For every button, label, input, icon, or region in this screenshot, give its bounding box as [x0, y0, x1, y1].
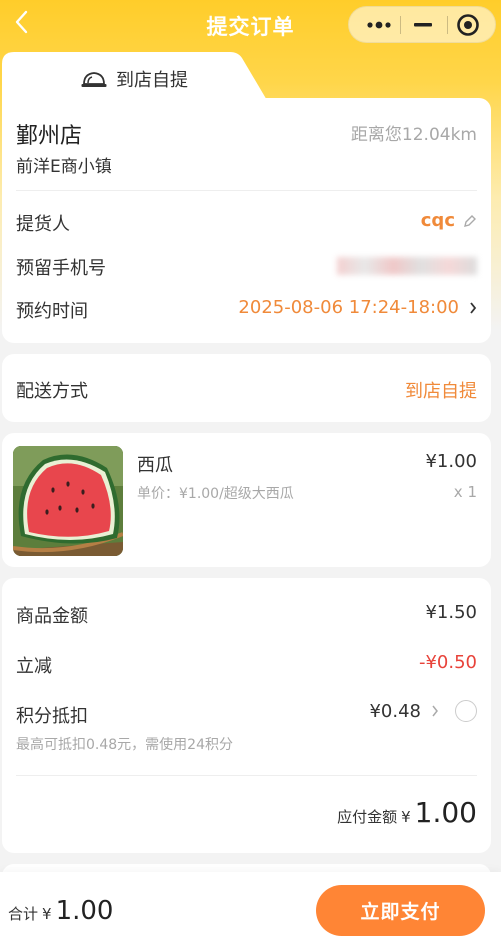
product-price: ¥1.00	[425, 451, 477, 472]
product-card: 西瓜 ¥1.00 单价：¥1.00/超级大西瓜 x 1	[2, 433, 491, 567]
phone-label: 预留手机号	[16, 258, 106, 279]
points-label: 积分抵扣	[16, 706, 88, 727]
chevron-right-icon	[432, 705, 438, 717]
store-bell-icon	[81, 72, 107, 87]
minus-icon	[414, 22, 432, 26]
close-miniapp-button[interactable]	[439, 7, 497, 42]
nav-bar: 提交订单	[0, 0, 501, 50]
target-close-icon	[457, 13, 479, 36]
tab-store-pickup[interactable]: 到店自提	[2, 52, 268, 102]
pay-now-button[interactable]: 立即支付	[316, 885, 485, 936]
total-amount: 1.00	[55, 896, 114, 926]
delivery-label: 配送方式	[16, 381, 88, 402]
product-spec: 单价：¥1.00/超级大西瓜	[137, 486, 294, 502]
total-currency: ¥	[42, 905, 52, 923]
pickup-person-label: 提货人	[16, 214, 70, 235]
phone-value-masked	[337, 257, 477, 275]
payable-label: 应付金额	[337, 808, 398, 826]
points-deduction-row[interactable]: 积分抵扣 ¥0.48	[16, 700, 477, 728]
pickup-person-value: cqc	[420, 210, 455, 231]
goods-amount-value: ¥1.50	[425, 602, 477, 623]
pickup-person-row[interactable]: 提货人 cqc	[16, 210, 477, 236]
points-checkbox[interactable]	[455, 700, 477, 722]
phone-row[interactable]: 预留手机号	[16, 254, 477, 280]
product-name: 西瓜	[137, 455, 173, 476]
divider	[16, 775, 477, 776]
store-address: 前洋E商小镇	[16, 157, 112, 177]
store-card: 鄞州店 距离您12.04km 前洋E商小镇 提货人 cqc 预留手机号 预约时间…	[2, 98, 491, 343]
store-distance: 距离您12.04km	[350, 125, 477, 145]
goods-amount-label: 商品金额	[16, 606, 88, 627]
delivery-value: 到店自提	[405, 381, 477, 402]
points-value: ¥0.48	[369, 700, 421, 722]
store-name: 鄞州店	[16, 124, 83, 149]
summary-card: 商品金额 ¥1.50 立减 -¥0.50 积分抵扣 ¥0.48 最高可抵扣0.4…	[2, 578, 491, 853]
appointment-time-row[interactable]: 预约时间 2025-08-06 17:24-18:00	[16, 297, 477, 323]
tab-label: 到店自提	[116, 70, 188, 91]
product-quantity: x 1	[453, 483, 477, 501]
payable-amount: 1.00	[414, 796, 477, 829]
points-hint: 最高可抵扣0.48元，需使用24积分	[16, 737, 233, 753]
edit-pencil-icon[interactable]	[463, 214, 477, 228]
chevron-right-icon	[470, 301, 477, 314]
payable-currency: ¥	[401, 808, 411, 826]
total-label: 合计	[8, 905, 39, 923]
more-dots-icon	[367, 21, 391, 28]
delivery-card[interactable]: 配送方式 到店自提	[2, 354, 491, 422]
discount-label: 立减	[16, 656, 52, 677]
divider	[16, 190, 477, 191]
product-image	[13, 446, 123, 556]
appointment-time-value: 2025-08-06 17:24-18:00	[238, 297, 459, 318]
appointment-time-label: 预约时间	[16, 301, 88, 322]
miniapp-capsule	[348, 6, 496, 43]
discount-value: -¥0.50	[418, 652, 477, 673]
